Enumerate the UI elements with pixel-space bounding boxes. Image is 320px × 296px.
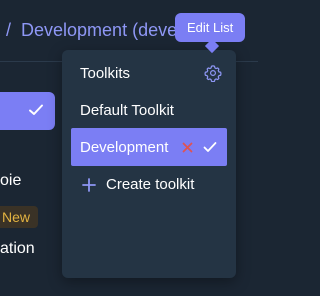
toolkit-item-development[interactable]: Development <box>71 128 227 166</box>
toolkits-dropdown: Toolkits Default Toolkit Development Cre… <box>62 50 236 278</box>
dropdown-title: Toolkits <box>80 65 131 82</box>
breadcrumb-separator: / <box>6 20 12 40</box>
left-list-item-label[interactable]: oie <box>0 172 21 190</box>
gear-icon <box>204 65 222 82</box>
create-toolkit-button[interactable]: Create toolkit <box>82 176 194 193</box>
tooltip-text: Edit List <box>175 13 246 42</box>
breadcrumb-current[interactable]: Development (deve <box>21 20 177 40</box>
left-panel: oie New ation <box>0 62 70 296</box>
plus-icon <box>82 177 96 192</box>
check-icon <box>29 104 43 115</box>
toolkit-item-default[interactable]: Default Toolkit <box>80 102 174 119</box>
left-list-item-label[interactable]: ation <box>0 240 35 258</box>
edit-list-button[interactable] <box>202 62 224 84</box>
edit-list-tooltip: Edit List <box>175 13 246 54</box>
toolkit-item-label: Development <box>80 139 169 156</box>
breadcrumb: / Development (deve <box>6 20 177 41</box>
new-badge: New <box>0 206 39 228</box>
close-icon[interactable] <box>182 142 193 153</box>
create-toolkit-label: Create toolkit <box>106 176 195 193</box>
check-icon <box>203 142 217 152</box>
left-selected-item[interactable] <box>0 92 55 130</box>
